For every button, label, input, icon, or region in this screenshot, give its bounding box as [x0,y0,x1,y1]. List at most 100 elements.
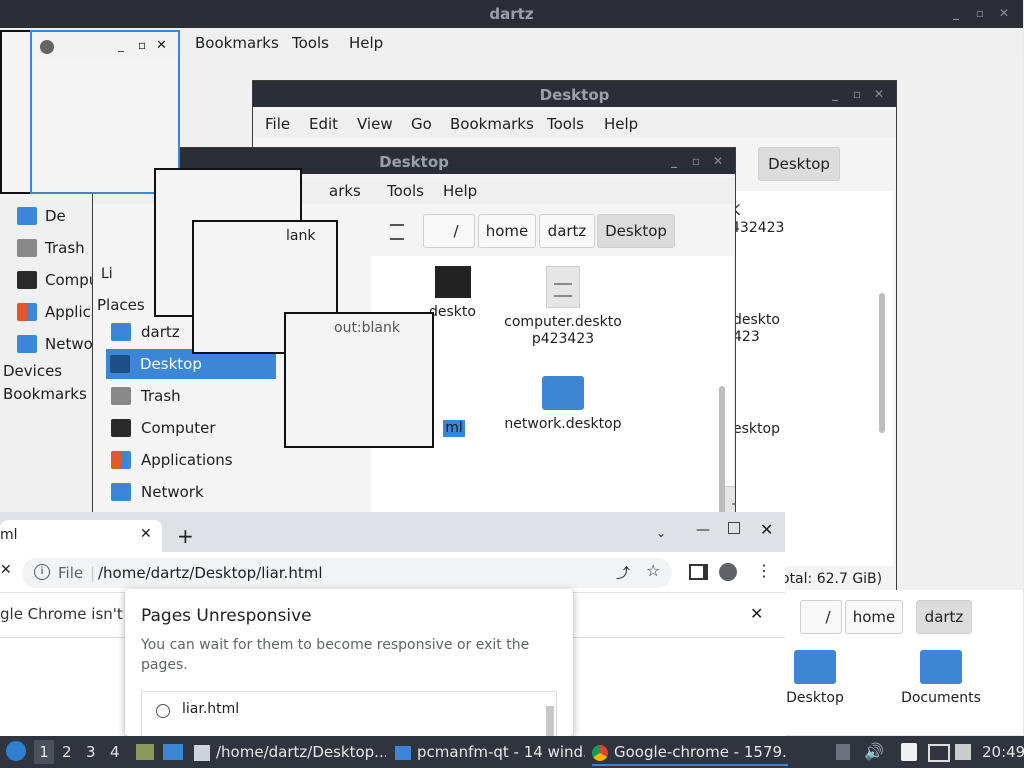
task-chrome[interactable]: Google-chrome - 1579... [592,740,788,766]
new-tab-button[interactable]: + [177,524,194,548]
close-icon[interactable]: ✕ [0,562,12,578]
page-list-item[interactable]: liar.html [182,701,239,717]
menu-help[interactable]: Help [443,182,477,200]
minimize-icon[interactable]: _ [118,38,124,52]
sidebar-item-desktop[interactable]: De [17,201,97,231]
folder-documents[interactable]: Documents [899,650,983,707]
file-manager-lower: / home dartz Desktop Documents [785,590,1023,735]
menu-help[interactable]: Help [604,115,638,133]
close-icon[interactable]: ✕ [872,87,886,101]
info-icon[interactable]: i [34,564,50,580]
close-icon[interactable]: ✕ [156,38,167,53]
list-scrollbar[interactable] [546,706,554,737]
maximize-icon[interactable]: ▫ [689,154,703,168]
maximize-icon[interactable]: ▫ [850,87,864,101]
crumb-root[interactable]: / [800,600,842,634]
crumb-dartz[interactable]: dartz [539,214,595,248]
minimize-icon[interactable]: _ [667,154,681,168]
file-item-desktop[interactable]: desktо [429,266,499,321]
scrollbar-thumb[interactable] [719,386,725,514]
bluetooth-icon[interactable] [955,744,971,760]
desktop-launcher-icon[interactable] [163,744,183,760]
menu-bookmarks[interactable]: Bookmarks [450,115,534,133]
close-icon[interactable]: ✕ [997,6,1011,20]
workspace-4[interactable]: 4 [110,740,124,764]
side-panel-icon[interactable] [689,564,708,580]
maximize-icon[interactable]: ▫ [973,6,987,20]
chrome-tab[interactable]: ml ✕ [0,520,162,552]
crumb-home[interactable]: home [478,214,536,248]
file-item-network-desktop[interactable]: network.desktop [498,376,628,433]
list-view-icon[interactable] [390,224,404,240]
menu-file[interactable]: File [265,115,290,133]
kebab-menu-icon[interactable]: ⋮ [756,561,772,580]
crumb-home[interactable]: home [845,600,903,634]
scroll-tray-icon[interactable] [836,744,850,760]
close-icon[interactable]: ✕ [711,154,725,168]
pages-unresponsive-dialog: Pages Unresponsive You can wait for them… [125,589,573,737]
desktop-back-titlebar[interactable]: Desktop _ ▫ ✕ [253,81,896,107]
file-item[interactable]: K 432423 [731,203,811,237]
close-icon[interactable]: ✕ [760,520,773,539]
menu-tools[interactable]: Tools [547,115,584,133]
crumb-desktop[interactable]: Desktop [758,147,840,181]
home-folder-icon [111,323,131,341]
minimize-icon[interactable]: — [696,522,710,538]
start-menu-icon[interactable] [6,741,26,761]
maximize-icon[interactable] [728,522,740,534]
bookmark-star-icon[interactable]: ☆ [646,561,660,580]
omnibox[interactable]: i File | /home/dartz/Desktop/liar.html ⤴… [22,558,672,588]
tab-search-icon[interactable]: ⌄ [656,526,666,540]
menu-view[interactable]: View [357,115,393,133]
minimize-icon[interactable]: _ [949,6,963,20]
sidebar-item-trash[interactable]: Trash [107,381,277,411]
menu-help[interactable]: Help [349,34,383,52]
task-pcmanfm[interactable]: pcmanfm-qt - 14 wind... [395,740,585,764]
crumb-root[interactable]: / [423,214,475,248]
sidebar-item-computer[interactable]: Compu [17,265,98,295]
workspace-2[interactable]: 2 [62,740,76,764]
network-tray-icon[interactable] [928,744,950,762]
menu-go[interactable]: Go [411,115,432,133]
workspace-1[interactable]: 1 [34,740,54,764]
file-manager-launcher-icon[interactable] [136,744,154,760]
menu-tools[interactable]: Tools [387,182,424,200]
dartz-window-title: dartz [489,5,534,23]
tab-close-icon[interactable]: ✕ [140,526,152,542]
share-icon[interactable]: ⤴ [616,563,630,583]
scrollbar-thumb[interactable] [879,293,885,433]
places-label: Places [97,296,145,314]
sidebar-item-applications[interactable]: Applications [107,445,277,475]
file-item[interactable]: esktop [733,421,813,438]
sidebar-item-network[interactable]: Network [107,477,277,507]
sidebar-item-computer[interactable]: Computer [107,413,277,443]
menu-bookmarks[interactable]: Bookmarks [195,34,279,52]
crumb-desktop[interactable]: Desktop [597,214,675,248]
menu-bookmarks[interactable]: arks [329,182,361,200]
unresponsive-page-list: liar.html [141,691,557,737]
clipboard-icon[interactable] [901,743,917,761]
maximize-icon[interactable]: ▫ [138,38,146,52]
file-item-computer-desktop[interactable]: computer.deskto p423423 [498,266,628,348]
globe-icon [40,40,54,54]
volume-icon[interactable]: 🔊 [864,742,884,761]
dialog-body: You can wait for them to become responsi… [141,637,530,673]
ghost-window: out:blank [284,312,434,448]
sidebar-item-network[interactable]: Netwo [17,329,97,359]
dartz-titlebar[interactable]: dartz _ ▫ ✕ [0,0,1023,28]
menu-edit[interactable]: Edit [309,115,338,133]
menu-tools[interactable]: Tools [292,34,329,52]
infobar-close-icon[interactable]: ✕ [750,604,763,623]
url-divider: | [90,564,96,582]
minimize-icon[interactable]: _ [828,87,842,101]
file-item[interactable]: deskto 423 [733,312,813,346]
profile-icon[interactable] [719,563,737,581]
sidebar-item-applications[interactable]: Applica [17,297,100,327]
workspace-3[interactable]: 3 [86,740,100,764]
folder-desktop[interactable]: Desktop [785,650,845,707]
crumb-dartz[interactable]: dartz [916,600,972,634]
sidebar-item-trash[interactable]: Trash [17,233,97,263]
file-area [723,191,893,566]
task-text-editor[interactable]: /home/dartz/Desktop... [194,740,386,764]
file-item-selected[interactable]: ml [443,420,465,437]
